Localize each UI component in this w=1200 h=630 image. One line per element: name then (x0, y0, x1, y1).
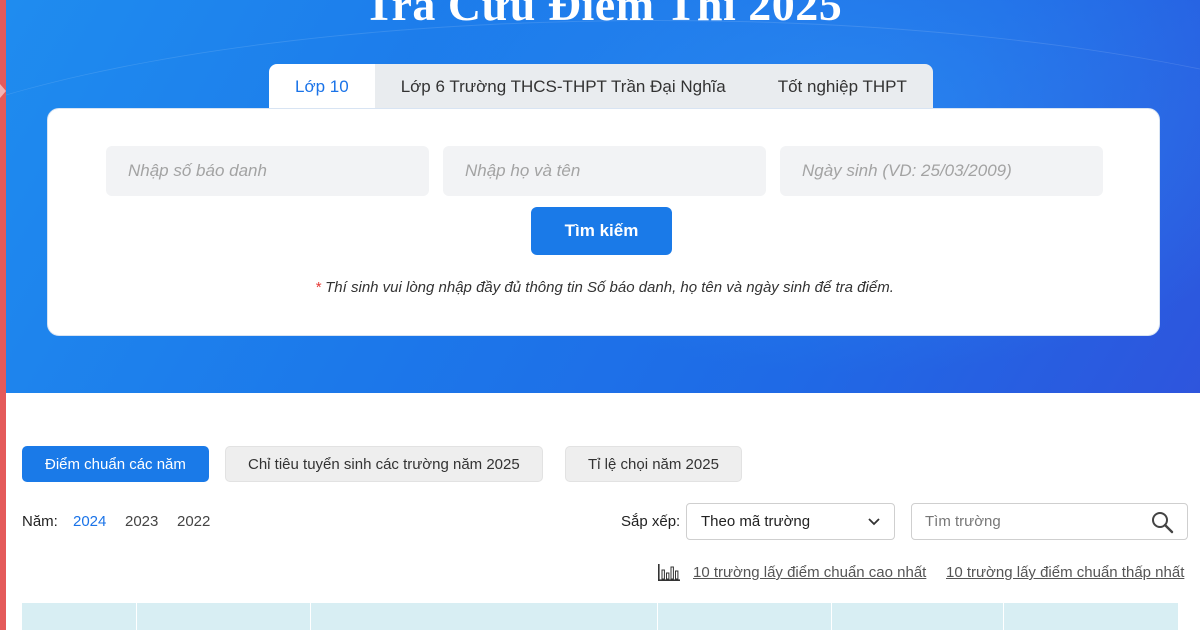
search-icon[interactable] (1150, 510, 1174, 534)
full-name-input[interactable] (443, 146, 766, 196)
tab-grade-10[interactable]: Lớp 10 (269, 64, 375, 108)
score-lookup-form: Tìm kiếm * Thí sinh vui lòng nhập đầy đủ… (47, 108, 1160, 336)
header-col-4 (658, 603, 832, 630)
edge-notch (0, 84, 6, 98)
year-label: Năm: (22, 513, 58, 530)
candidate-number-input[interactable] (106, 146, 429, 196)
chevron-down-icon (868, 518, 880, 526)
tab-high-school-graduation[interactable]: Tốt nghiệp THPT (751, 64, 933, 108)
header-col-6 (1004, 603, 1178, 630)
header-col-2 (137, 603, 311, 630)
sort-label: Sắp xếp: (621, 513, 681, 530)
tab-enrollment-quota[interactable]: Chỉ tiêu tuyển sinh các trường năm 2025 (225, 446, 543, 482)
top10-lowest-link[interactable]: 10 trường lấy điểm chuẩn thấp nhất (946, 564, 1184, 581)
year-2023[interactable]: 2023 (125, 513, 158, 530)
year-2022[interactable]: 2022 (177, 513, 210, 530)
header-col-5 (832, 603, 1004, 630)
tab-grade-6-tran-dai-nghia[interactable]: Lớp 6 Trường THCS-THPT Trần Đại Nghĩa (374, 64, 752, 108)
required-star: * (315, 279, 321, 296)
search-button[interactable]: Tìm kiếm (531, 207, 672, 255)
left-edge-strip (0, 0, 6, 630)
school-search-input[interactable] (911, 503, 1188, 540)
tab-competition-ratio[interactable]: Tỉ lệ chọi năm 2025 (565, 446, 742, 482)
year-2024[interactable]: 2024 (73, 513, 106, 530)
header-col-1 (22, 603, 137, 630)
note-text: Thí sinh vui lòng nhập đầy đủ thông tin … (325, 279, 894, 296)
bar-chart-icon (658, 564, 680, 581)
exam-tabs: Lớp 10 Lớp 6 Trường THCS-THPT Trần Đại N… (269, 64, 933, 108)
tab-benchmark-scores[interactable]: Điểm chuẩn các năm (22, 446, 209, 482)
header-col-3 (311, 603, 658, 630)
sort-value: Theo mã trường (701, 513, 811, 530)
date-of-birth-input[interactable] (780, 146, 1103, 196)
sort-select[interactable]: Theo mã trường (686, 503, 895, 540)
table-header (22, 603, 1178, 630)
top10-highest-link[interactable]: 10 trường lấy điểm chuẩn cao nhất (693, 564, 926, 581)
page-title: Tra Cứu Điểm Thi 2025 (363, 0, 843, 30)
form-note: * Thí sinh vui lòng nhập đầy đủ thông ti… (48, 279, 1161, 296)
